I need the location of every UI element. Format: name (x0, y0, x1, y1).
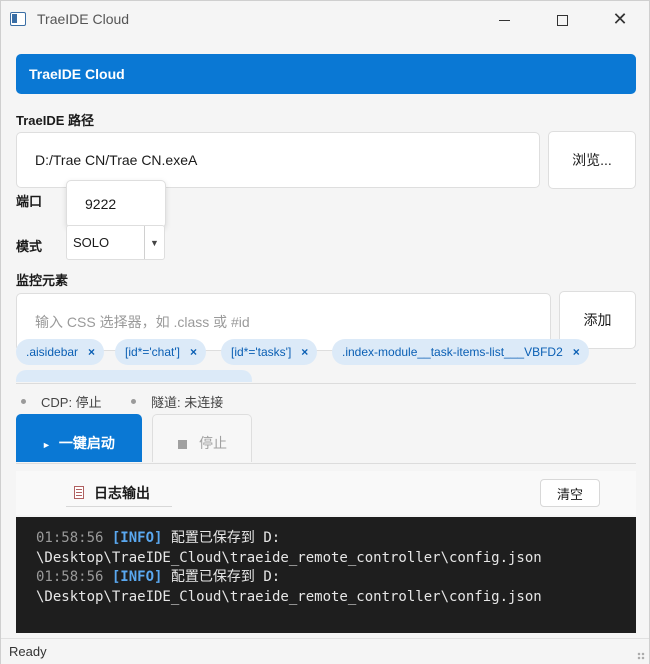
status-dot-icon (21, 399, 26, 404)
start-label: 一键启动 (58, 435, 115, 451)
log-entry: 01:58:56 [INFO] 配置已保存到 D: (36, 568, 636, 588)
title-bar[interactable]: TraeIDE Cloud ✕ (1, 1, 649, 39)
tag-label: [id*='tasks'] (231, 345, 292, 359)
tunnel-status-text: 隧道: 未连接 (151, 395, 224, 410)
log-time: 01:58:56 (36, 569, 104, 585)
log-entry-cont: \Desktop\TraeIDE_Cloud\traeide_remote_co… (36, 549, 542, 566)
clear-log-button[interactable]: 清空 (540, 479, 600, 507)
mode-select[interactable]: SOLO ▼ (66, 225, 165, 260)
log-tab[interactable]: 日志输出 (66, 479, 172, 507)
log-level: [INFO] (111, 569, 163, 585)
resize-grip-icon[interactable] (637, 652, 645, 660)
mode-label: 模式 (16, 239, 43, 254)
start-button[interactable]: ► 一键启动 (16, 414, 142, 462)
stop-button[interactable]: 停止 (152, 414, 252, 462)
log-message: 配置已保存到 D: (170, 569, 281, 585)
cdp-status: CDP: 停止 (21, 392, 102, 411)
selector-tag: .aisidebar × (16, 339, 105, 365)
tag-remove-icon[interactable]: × (301, 345, 308, 359)
tag-label: .index-module__task-items-list___VBFD2 (342, 345, 563, 359)
log-level: [INFO] (111, 530, 163, 546)
status-bar: Ready (1, 638, 649, 664)
browse-button[interactable]: 浏览... (548, 131, 636, 189)
tag-remove-icon[interactable]: × (573, 345, 580, 359)
cdp-status-text: CDP: 停止 (41, 395, 102, 410)
tag-label: [id*='chat'] (125, 345, 180, 359)
tag-remove-icon[interactable]: × (88, 345, 95, 359)
selector-tag: [id*='tasks'] × (221, 339, 318, 365)
status-bar-text: Ready (9, 644, 47, 659)
tag-label: .aisidebar (26, 345, 79, 359)
header-banner: TraeIDE Cloud (16, 54, 636, 94)
maximize-button[interactable] (539, 1, 585, 39)
close-button[interactable]: ✕ (597, 1, 643, 39)
close-icon: ✕ (612, 9, 628, 30)
minimize-button[interactable] (481, 1, 527, 39)
maximize-icon (556, 14, 568, 26)
stop-icon (178, 440, 187, 449)
play-icon: ► (42, 440, 51, 450)
log-time: 01:58:56 (36, 530, 104, 546)
tunnel-status: 隧道: 未连接 (131, 392, 223, 411)
notepad-icon (74, 486, 84, 499)
app-window-icon (10, 12, 26, 26)
selector-tag-partial (16, 370, 252, 382)
divider (16, 463, 636, 464)
stop-label: 停止 (199, 435, 227, 451)
log-message: 配置已保存到 D: (170, 530, 281, 546)
minimize-icon (498, 19, 510, 21)
mode-selected-value: SOLO (73, 235, 110, 250)
path-label: TraeIDE 路径 (16, 113, 95, 128)
selector-tag: [id*='chat'] × (115, 339, 206, 365)
log-header: 日志输出 清空 (16, 471, 636, 515)
window-title: TraeIDE Cloud (37, 11, 130, 27)
log-output[interactable]: 01:58:56 [INFO] 配置已保存到 D: \Desktop\TraeI… (16, 517, 636, 633)
log-entry: 01:58:56 [INFO] 配置已保存到 D: (36, 529, 636, 549)
monitor-label: 监控元素 (16, 273, 69, 288)
divider (16, 383, 636, 384)
app-window: TraeIDE Cloud ✕ TraeIDE Cloud TraeIDE 路径… (0, 0, 650, 664)
port-input[interactable]: 9222 (66, 180, 166, 228)
log-entry-cont: \Desktop\TraeIDE_Cloud\traeide_remote_co… (36, 588, 542, 605)
chevron-down-icon[interactable]: ▼ (144, 226, 164, 259)
port-label: 端口 (16, 194, 43, 209)
log-title-text: 日志输出 (94, 484, 150, 501)
selector-tag: .index-module__task-items-list___VBFD2 × (332, 339, 589, 365)
tag-remove-icon[interactable]: × (190, 345, 197, 359)
status-dot-icon (131, 399, 136, 404)
